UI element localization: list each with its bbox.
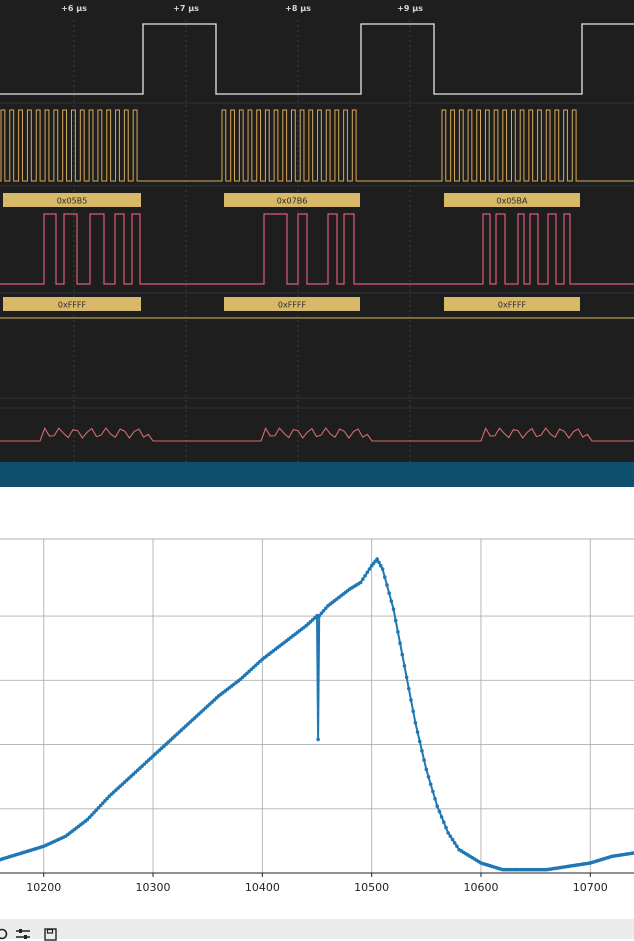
matplotlib-figure: 10200 10300 10400 10500 10600 10700 — [0, 487, 634, 919]
data-point — [407, 686, 411, 691]
data-point — [444, 825, 448, 830]
data-point — [375, 557, 379, 561]
data-point — [452, 841, 457, 845]
data-point — [380, 567, 385, 571]
data-point — [420, 748, 424, 753]
analog-waveform — [0, 426, 634, 442]
x-tick-label: 10200 — [26, 881, 61, 894]
data-point — [455, 844, 459, 849]
decoded-value-label: 0x07B6 — [277, 197, 308, 206]
data-point — [396, 630, 400, 634]
data-point — [404, 675, 409, 680]
data-point — [422, 758, 426, 762]
data-point — [413, 720, 418, 725]
data-point — [428, 782, 433, 786]
data-point — [437, 809, 442, 814]
data-point — [450, 837, 455, 842]
data-series-line — [0, 557, 634, 871]
logic-analyzer-panel: +6 µs +7 µs +8 µs +9 µs 0x05B5 0x07B6 0x05BA 0… — [0, 0, 634, 487]
x-tick-label: 10500 — [354, 881, 389, 894]
decoded-value-label: 0x05BA — [497, 197, 528, 206]
decoded-value-label: 0xFFFF — [58, 301, 87, 310]
data-point — [385, 583, 389, 587]
data-point — [426, 775, 431, 779]
data-point — [417, 739, 422, 744]
data-point — [409, 698, 413, 702]
x-tick-label: 10700 — [573, 881, 608, 894]
data-point — [400, 652, 405, 657]
x-tick-label: 10400 — [245, 881, 280, 894]
data-point — [382, 575, 387, 579]
data-point — [393, 618, 398, 623]
data-point — [367, 567, 372, 571]
data-point — [411, 709, 415, 714]
data-point — [377, 560, 381, 565]
decoded-value-label: 0xFFFF — [498, 301, 527, 310]
decoded-value-label: 0xFFFF — [278, 301, 307, 310]
data-point — [378, 563, 383, 568]
data-point — [446, 831, 450, 835]
chip-select-waveform — [0, 23, 634, 95]
data-point — [391, 607, 396, 611]
data-point — [365, 570, 370, 575]
data-point — [402, 664, 407, 668]
x-tick-label: 10300 — [136, 881, 171, 894]
data-point — [442, 820, 446, 825]
data-point — [435, 804, 440, 808]
line-chart: 10200 10300 10400 10500 10600 10700 — [0, 538, 634, 894]
x-tick-label: 10600 — [463, 881, 498, 894]
mosi-waveform — [0, 213, 634, 285]
data-point — [361, 577, 365, 581]
data-point — [448, 834, 453, 839]
data-point — [439, 815, 444, 819]
analyzer-scrollbar[interactable] — [0, 462, 634, 487]
data-point — [316, 737, 320, 742]
data-point — [389, 599, 394, 603]
matplotlib-toolbar — [0, 919, 634, 941]
data-point — [363, 573, 367, 578]
data-point — [398, 641, 402, 646]
data-point — [431, 789, 435, 794]
data-point — [433, 797, 437, 801]
waveform-area: 0x05B5 0x07B6 0x05BA 0xFFFF 0xFFFF 0xFFFF — [0, 20, 634, 462]
decoded-value-label: 0x05B5 — [57, 197, 88, 206]
data-point — [415, 730, 420, 734]
data-point — [424, 767, 429, 772]
data-point — [358, 580, 363, 585]
clock-waveform — [0, 109, 634, 182]
data-point — [387, 591, 391, 595]
